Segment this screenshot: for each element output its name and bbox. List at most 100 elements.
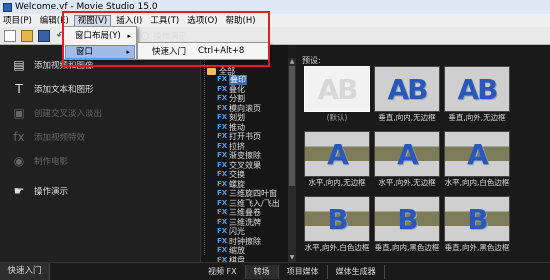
- preview-glyph: A: [397, 137, 419, 171]
- preset-preview-image: AB: [304, 66, 370, 112]
- fx-icon: FX: [217, 208, 228, 216]
- preview-glyph: AB: [387, 72, 428, 106]
- open-folder-icon[interactable]: [21, 29, 33, 42]
- save-icon[interactable]: [38, 29, 50, 42]
- make-movie-label: 制作电影: [34, 157, 69, 167]
- tree-node-label: 螺旋: [229, 179, 245, 189]
- tree-node-label: 模向滚页: [229, 103, 261, 113]
- preset-thumbnail[interactable]: AB 垂直,向内,无边框: [374, 66, 440, 124]
- preset-thumbnail[interactable]: B 垂直,向外,黑色边框: [444, 196, 510, 254]
- tree-node[interactable]: FX 刻划: [217, 113, 288, 123]
- add-effects-item[interactable]: fx 添加视频特效: [12, 127, 85, 147]
- tab-media-generators[interactable]: 媒体生成器: [328, 264, 385, 279]
- tab-video-fx[interactable]: 视频 FX: [200, 264, 246, 279]
- fx-icon: FX: [217, 122, 228, 131]
- preset-thumbnail[interactable]: AB (默认): [304, 66, 370, 124]
- crossfade-icon: ▣: [13, 106, 25, 120]
- preset-label: 垂直,向内,黑色边框: [374, 243, 440, 252]
- fx-icon: FX: [217, 94, 228, 102]
- fx-icon: FX: [217, 246, 228, 254]
- quick-start-menu-label: 快速入门: [152, 47, 187, 57]
- tree-node[interactable]: FX 三维洗牌: [217, 218, 288, 228]
- tree-node-label: 刻划: [229, 113, 245, 122]
- tab-quick-start[interactable]: 快速入门: [0, 263, 50, 280]
- scroll-thumb[interactable]: [289, 66, 295, 186]
- menu-item-window[interactable]: 窗口 ▸: [65, 45, 135, 59]
- tree-node[interactable]: FX 交叉效果: [217, 161, 288, 171]
- preset-thumbnail[interactable]: A 水平,向外,无边框: [374, 131, 440, 189]
- fx-icon: FX: [217, 151, 228, 159]
- menu-options[interactable]: 选项(O): [184, 15, 220, 27]
- menu-project[interactable]: 项目(P): [0, 15, 35, 27]
- tree-node-label: 打开书页: [229, 132, 261, 141]
- tree-node-label: 推动: [229, 122, 245, 132]
- new-file-icon[interactable]: [4, 29, 16, 42]
- window-submenu[interactable]: 快速入门 Ctrl+Alt+8: [137, 42, 269, 60]
- tree-node[interactable]: FX 模向滚页: [217, 104, 288, 114]
- tree-node[interactable]: FX 叠化: [217, 85, 288, 95]
- preset-title: 预设:: [302, 56, 321, 65]
- tree-node[interactable]: FX 三维飞入/飞出: [217, 199, 288, 209]
- tree-node[interactable]: FX 三维旋四叶窗: [217, 189, 288, 199]
- add-text-item[interactable]: T 添加文本和图形: [12, 79, 94, 99]
- preset-thumbnail[interactable]: A 水平,向内,无边框: [304, 131, 370, 189]
- preset-thumbnail[interactable]: B 水平,向外,白色边框: [304, 196, 370, 254]
- film-icon: ▤: [13, 58, 25, 72]
- fx-icon: FX: [217, 179, 228, 188]
- tree-node[interactable]: FX 时钟擦除: [217, 237, 288, 247]
- tree-node[interactable]: FX 叠印: [217, 75, 288, 85]
- tree-node-label: 渐变擦除: [229, 151, 261, 160]
- preset-label: 水平,向内,无边框: [308, 178, 366, 187]
- preset-label: 垂直,向外,无边框: [448, 113, 506, 122]
- preview-glyph: AB: [317, 72, 358, 106]
- tab-project-media[interactable]: 项目媒体: [279, 264, 328, 279]
- menu-help[interactable]: 帮助(H): [223, 15, 259, 27]
- make-movie-item[interactable]: ◉ 制作电影: [12, 151, 68, 171]
- tree-node[interactable]: FX 拉挤: [217, 142, 288, 152]
- submenu-arrow-icon: ▸: [127, 32, 131, 40]
- op-demo-label: 操作演示: [153, 31, 188, 42]
- preview-glyph: B: [467, 202, 488, 236]
- tree-scrollbar[interactable]: ▲ ▼: [288, 58, 296, 262]
- tree-node-label: 三维旋四叶窗: [229, 189, 277, 198]
- hand-pointer-icon: ☛: [13, 184, 25, 198]
- tree-node[interactable]: FX 闪光: [217, 227, 288, 237]
- tree-node[interactable]: FX 推动: [217, 123, 288, 133]
- menu-tools[interactable]: 工具(T): [147, 15, 182, 27]
- tree-node[interactable]: FX 分割: [217, 94, 288, 104]
- preset-label: 垂直,向外,黑色边框: [444, 243, 510, 252]
- fx-icon: FX: [217, 103, 228, 112]
- add-text-label: 添加文本和图形: [34, 85, 94, 95]
- demo-item[interactable]: ☛ 操作演示: [12, 181, 68, 201]
- preset-thumbnail[interactable]: A 水平,向内,白色边框: [444, 131, 510, 189]
- movie-icon: ◉: [13, 154, 25, 168]
- tree-node[interactable]: FX 渐变擦除: [217, 151, 288, 161]
- scroll-up-icon[interactable]: ▲: [288, 58, 296, 66]
- preview-glyph: AB: [457, 72, 498, 106]
- preset-label: 水平,向外,无边框: [378, 178, 436, 187]
- scroll-down-icon[interactable]: ▼: [288, 254, 296, 262]
- tree-node[interactable]: FX 交换: [217, 170, 288, 180]
- play-circle-icon: [141, 31, 149, 40]
- demo-label: 操作演示: [34, 187, 69, 197]
- tab-transitions[interactable]: 转场: [245, 264, 279, 279]
- preview-glyph: A: [327, 137, 349, 171]
- op-demo-button[interactable]: 操作演示: [141, 29, 216, 42]
- preset-thumbnail[interactable]: B 垂直,向内,黑色边框: [374, 196, 440, 254]
- menu-insert[interactable]: 插入(I): [113, 15, 145, 27]
- menu-view[interactable]: 视图(V): [73, 14, 112, 27]
- fx-icon: FX: [217, 132, 228, 140]
- submenu-arrow-icon: ▸: [126, 48, 130, 56]
- transition-tree: 全部 FX 叠印 FX 叠化 FX 分割 FX 模向滚页 FX 刻划 FX 推动 FX 打开书页 FX 拉挤 F…: [200, 45, 288, 262]
- tree-node-label: 拉挤: [229, 141, 245, 151]
- tree-node[interactable]: FX 缩放: [217, 246, 288, 256]
- menu-edit[interactable]: 编辑(E): [37, 15, 72, 27]
- tree-node[interactable]: FX 打开书页: [217, 132, 288, 142]
- crossfade-item[interactable]: ▣ 创建交叉淡入淡出: [12, 103, 102, 123]
- menu-item-window-layout[interactable]: 窗口布局(Y) ▸: [65, 29, 135, 43]
- preset-label: 水平,向外,白色边框: [304, 243, 370, 252]
- preset-thumbnail[interactable]: AB 垂直,向外,无边框: [444, 66, 510, 124]
- tree-node[interactable]: FX 螺旋: [217, 180, 288, 190]
- tree-node[interactable]: FX 三维叠卷: [217, 208, 288, 218]
- preset-preview-image: A: [374, 131, 440, 177]
